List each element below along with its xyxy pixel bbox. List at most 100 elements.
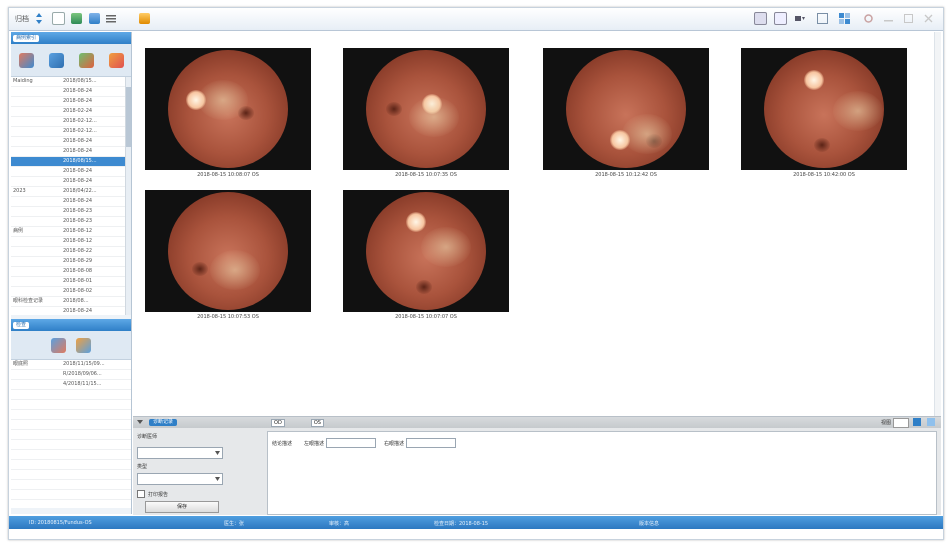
- patient-row[interactable]: 2018-08-22: [11, 247, 131, 257]
- tab-od[interactable]: OD: [271, 418, 285, 427]
- patient-row[interactable]: 2018-08-08: [11, 267, 131, 277]
- exam-list[interactable]: 眼底照 2018/11/15/09... R/2018/09/06... 4/2018…: [11, 360, 131, 508]
- retina-patch: [198, 80, 248, 120]
- type-label: 类型: [137, 464, 148, 470]
- right-eye-field[interactable]: [406, 438, 457, 448]
- patient-row[interactable]: 2018-08-12: [11, 237, 131, 247]
- patient-row[interactable]: 2018-08-24: [11, 87, 131, 97]
- fundus-image[interactable]: [343, 48, 509, 170]
- print-icon[interactable]: [753, 11, 767, 26]
- view-blue-icon[interactable]: [913, 418, 921, 426]
- patient-row[interactable]: 2018-08-23: [11, 217, 131, 227]
- save-button[interactable]: 保存: [145, 501, 219, 513]
- close-icon[interactable]: [921, 11, 935, 26]
- patient-name: [11, 107, 63, 116]
- patient-row[interactable]: 眼科检查记录 2018/08...: [11, 297, 131, 307]
- patient-row[interactable]: 2018-08-23: [11, 207, 131, 217]
- settings-icon[interactable]: [861, 11, 875, 26]
- exam-section-header: 检查: [11, 319, 131, 331]
- patient-row[interactable]: 病例 2018-08-12: [11, 227, 131, 237]
- patient-row[interactable]: 2018-02-12...: [11, 117, 131, 127]
- layout-grid-icon[interactable]: [837, 11, 851, 26]
- patient-row[interactable]: 2018-08-29: [11, 257, 131, 267]
- image-grid-scrollbar[interactable]: [934, 32, 941, 416]
- exam-empty-row: [11, 410, 131, 420]
- exam-row[interactable]: 4/2018/11/15...: [11, 380, 131, 390]
- fundus-image[interactable]: [145, 190, 311, 312]
- diagnosis-doctor-select[interactable]: [137, 447, 223, 459]
- patient-row[interactable]: 2018-08-24: [11, 177, 131, 187]
- fundus-image-card[interactable]: 2018-08-15 10:07:07 OS: [343, 190, 509, 320]
- patient-list[interactable]: Maiding 2018/08/15... 2018-08-24 2018-08-24…: [11, 77, 131, 315]
- patient-row[interactable]: 2018-02-12...: [11, 127, 131, 137]
- layout-single-icon[interactable]: [815, 11, 829, 26]
- patient-name: [11, 177, 63, 186]
- patient-row[interactable]: 2018-08-24: [11, 137, 131, 147]
- fundus-image[interactable]: [543, 48, 709, 170]
- patient-row[interactable]: 2018-08-24: [11, 197, 131, 207]
- patient-row[interactable]: 2018-02-24: [11, 107, 131, 117]
- patient-date: 2018-08-23: [63, 208, 93, 214]
- exam-date: 2018/11/15/09...: [63, 361, 105, 367]
- notes-fields-row: 结论描述 左眼描述 右眼描述: [272, 438, 457, 448]
- patient-row[interactable]: 2018-08-01: [11, 277, 131, 287]
- exam-row[interactable]: R/2018/09/06...: [11, 370, 131, 380]
- left-eye-label: 左眼描述: [304, 440, 325, 447]
- fundus-image[interactable]: [343, 190, 509, 312]
- add-icon[interactable]: [108, 52, 124, 68]
- patient-list-scrollbar[interactable]: [125, 77, 131, 315]
- exam-name: [11, 380, 63, 389]
- collapse-icon[interactable]: [137, 419, 143, 427]
- fundus-image-card[interactable]: 2018-08-15 10:08:07 OS: [145, 48, 311, 178]
- sort-icon[interactable]: [33, 11, 45, 26]
- patient-row[interactable]: 2023 2018/04/22...: [11, 187, 131, 197]
- patient-row[interactable]: 2018/08/15...: [11, 157, 131, 167]
- fundus-image[interactable]: [741, 48, 907, 170]
- tools-icon[interactable]: [137, 11, 151, 26]
- camera-icon[interactable]: [51, 337, 66, 353]
- tab-diagnosis[interactable]: 诊断记录: [149, 419, 178, 426]
- dropdown-icon[interactable]: [793, 11, 807, 26]
- archive-menu[interactable]: 归档: [13, 11, 31, 26]
- patient-row[interactable]: 2018-08-24: [11, 97, 131, 107]
- image-caption: 2018-08-15 10:07:35 OS: [395, 172, 457, 178]
- export-icon[interactable]: [87, 11, 101, 26]
- refresh-icon[interactable]: [78, 52, 94, 68]
- exam-row[interactable]: 眼底照 2018/11/15/09...: [11, 360, 131, 370]
- patient-name: [11, 147, 63, 156]
- fundus-image-card[interactable]: 2018-08-15 10:42:00 OS: [741, 48, 907, 178]
- patient-icon[interactable]: [18, 52, 34, 68]
- patient-row[interactable]: Maiding 2018/08/15...: [11, 77, 131, 87]
- patient-date: 2018-08-24: [63, 98, 93, 104]
- type-select[interactable]: [137, 473, 223, 485]
- new-document-icon[interactable]: [51, 11, 65, 26]
- patient-date: 2018-08-08: [63, 268, 93, 274]
- notes-area[interactable]: 结论描述 左眼描述 右眼描述: [267, 431, 937, 515]
- macula: [386, 102, 402, 116]
- patient-name: [11, 217, 63, 226]
- tab-os[interactable]: OS: [310, 418, 324, 427]
- view-toggle[interactable]: [893, 418, 909, 428]
- search-icon[interactable]: [76, 337, 91, 353]
- print-report-checkbox[interactable]: [137, 490, 145, 498]
- menu-icon[interactable]: [105, 11, 117, 26]
- exam-empty-row: [11, 400, 131, 410]
- patient-row[interactable]: 2018-08-24: [11, 167, 131, 177]
- person-icon[interactable]: [48, 52, 64, 68]
- patient-row[interactable]: 2018-08-24: [11, 307, 131, 315]
- patient-row[interactable]: 2018-08-02: [11, 287, 131, 297]
- fundus-image[interactable]: [145, 48, 311, 170]
- view-light-icon[interactable]: [927, 418, 935, 426]
- patient-date: 2018-08-24: [63, 308, 93, 314]
- fundus-image-card[interactable]: 2018-08-15 10:12:42 OS: [543, 48, 709, 178]
- fundus-image-card[interactable]: 2018-08-15 10:07:53 OS: [145, 190, 311, 320]
- minimize-icon[interactable]: [881, 11, 895, 26]
- notes-text[interactable]: [272, 450, 932, 510]
- patient-name: [11, 197, 63, 206]
- left-eye-field[interactable]: [326, 438, 377, 448]
- print-preview-icon[interactable]: [773, 11, 787, 26]
- fundus-image-card[interactable]: 2018-08-15 10:07:35 OS: [343, 48, 509, 178]
- import-icon[interactable]: [69, 11, 83, 26]
- maximize-icon[interactable]: [901, 11, 915, 26]
- patient-row[interactable]: 2018-08-24: [11, 147, 131, 157]
